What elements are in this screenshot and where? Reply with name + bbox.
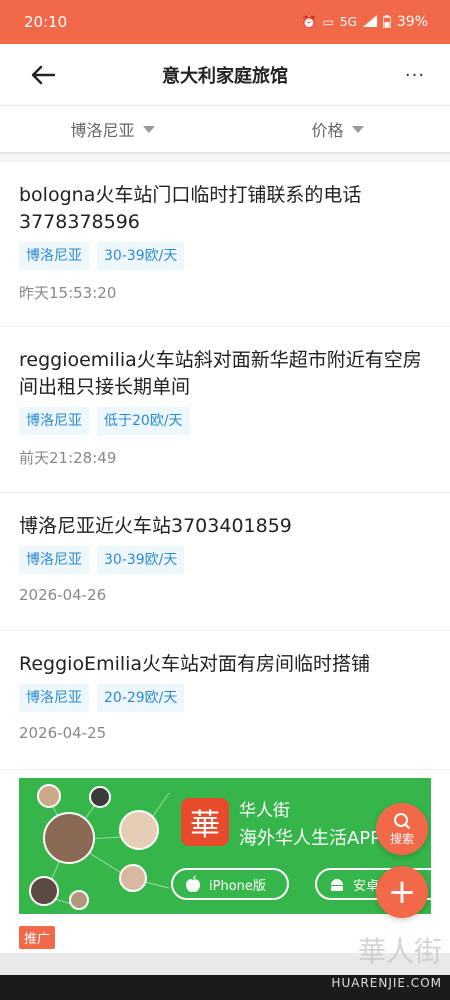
back-button[interactable] [26, 58, 60, 92]
status-time: 20:10 [24, 13, 68, 31]
avatar [43, 812, 95, 864]
location-tag: 博洛尼亚 [19, 546, 89, 574]
listing-time: 前天21:28:49 [19, 449, 117, 467]
filter-city[interactable]: 博洛尼亚 [0, 106, 225, 152]
avatar [37, 784, 61, 808]
ad-badge: 推广 [19, 926, 56, 949]
alarm-icon: ⏰ [301, 15, 317, 29]
plus-icon: + [387, 872, 417, 912]
search-label: 搜索 [389, 831, 414, 846]
avatar [69, 890, 89, 910]
page-title: 意大利家庭旅馆 [162, 65, 288, 87]
search-icon [394, 812, 411, 829]
vibrate-icon: ▭ [322, 15, 334, 29]
location-tag: 博洛尼亚 [19, 407, 89, 435]
separator [0, 154, 450, 162]
price-tag: 30-39欧/天 [97, 242, 185, 270]
iphone-download-button[interactable]: iPhone版 [171, 868, 289, 900]
ad-slogan: 海外华人生活APP [239, 828, 382, 849]
battery-icon [382, 14, 392, 30]
listing-title: 博洛尼亚近火车站3703401859 [19, 515, 292, 537]
listing-title: bologna火车站门口临时打铺联系的电话3778378596 [19, 184, 362, 233]
filter-price[interactable]: 价格 [225, 106, 450, 152]
dropdown-triangle-icon [351, 125, 364, 133]
add-post-button[interactable]: + [376, 866, 428, 918]
listing-title: ReggioEmilia火车站对面有房间临时搭铺 [19, 653, 371, 675]
android-icon [331, 879, 343, 891]
avatar [29, 876, 59, 906]
avatar [119, 864, 147, 892]
list-item[interactable]: 博洛尼亚近火车站3703401859 博洛尼亚 30-39欧/天 2026-04… [0, 493, 450, 631]
apple-icon [186, 875, 200, 892]
status-bar: 20:10 ⏰ ▭ 5G 39% [0, 0, 450, 44]
more-button[interactable]: ··· [398, 58, 432, 92]
battery-level: 39% [396, 14, 428, 30]
search-button[interactable]: 搜索 [376, 803, 428, 855]
price-tag: 低于20欧/天 [97, 407, 190, 435]
listing-time: 2026-04-25 [19, 724, 107, 742]
avatar [119, 810, 159, 850]
location-tag: 博洛尼亚 [19, 684, 89, 712]
list-item[interactable]: reggioemilia火车站斜对面新华超市附近有空房间出租只接长期单间 博洛尼… [0, 327, 450, 493]
price-tag: 30-39欧/天 [97, 546, 185, 574]
watermark: 華人街 HUARENJIE.COM [331, 930, 442, 990]
price-tag: 20-29欧/天 [97, 684, 185, 712]
nav-bar: 意大利家庭旅馆 ··· [0, 44, 450, 106]
watermark-cn: 華人街 [357, 935, 442, 968]
back-arrow-icon [31, 65, 56, 85]
list-item[interactable]: ReggioEmilia火车站对面有房间临时搭铺 博洛尼亚 20-29欧/天 2… [0, 631, 450, 770]
dropdown-triangle-icon [142, 125, 155, 133]
listing-title: reggioemilia火车站斜对面新华超市附近有空房间出租只接长期单间 [19, 349, 422, 398]
avatar [89, 786, 111, 808]
filter-bar: 博洛尼亚 价格 [0, 106, 450, 154]
ad-app-name: 华人街 [239, 801, 290, 821]
ad-banner[interactable]: 華 华人街 海外华人生活APP iPhone版 安卓版 [19, 778, 431, 914]
status-icons: ⏰ ▭ 5G 39% [302, 14, 428, 30]
network-type: 5G [339, 15, 357, 29]
listing-tags: 博洛尼亚 30-39欧/天 [19, 546, 431, 574]
listing-tags: 博洛尼亚 低于20欧/天 [19, 407, 431, 435]
filter-price-label: 价格 [311, 121, 344, 140]
listing-tags: 博洛尼亚 20-29欧/天 [19, 684, 431, 712]
listing-time: 昨天15:53:20 [19, 284, 117, 302]
location-tag: 博洛尼亚 [19, 242, 89, 270]
listing-time: 2026-04-26 [19, 586, 107, 604]
iphone-label: iPhone版 [209, 878, 266, 894]
signal-icon [362, 15, 377, 29]
listing-tags: 博洛尼亚 30-39欧/天 [19, 242, 431, 270]
watermark-en: HUARENJIE.COM [331, 976, 442, 990]
more-icon: ··· [404, 64, 426, 86]
listing-list: bologna火车站门口临时打铺联系的电话3778378596 博洛尼亚 30-… [0, 162, 450, 770]
app-logo-icon: 華 [181, 798, 229, 846]
list-item[interactable]: bologna火车站门口临时打铺联系的电话3778378596 博洛尼亚 30-… [0, 162, 450, 327]
filter-city-label: 博洛尼亚 [70, 121, 135, 140]
